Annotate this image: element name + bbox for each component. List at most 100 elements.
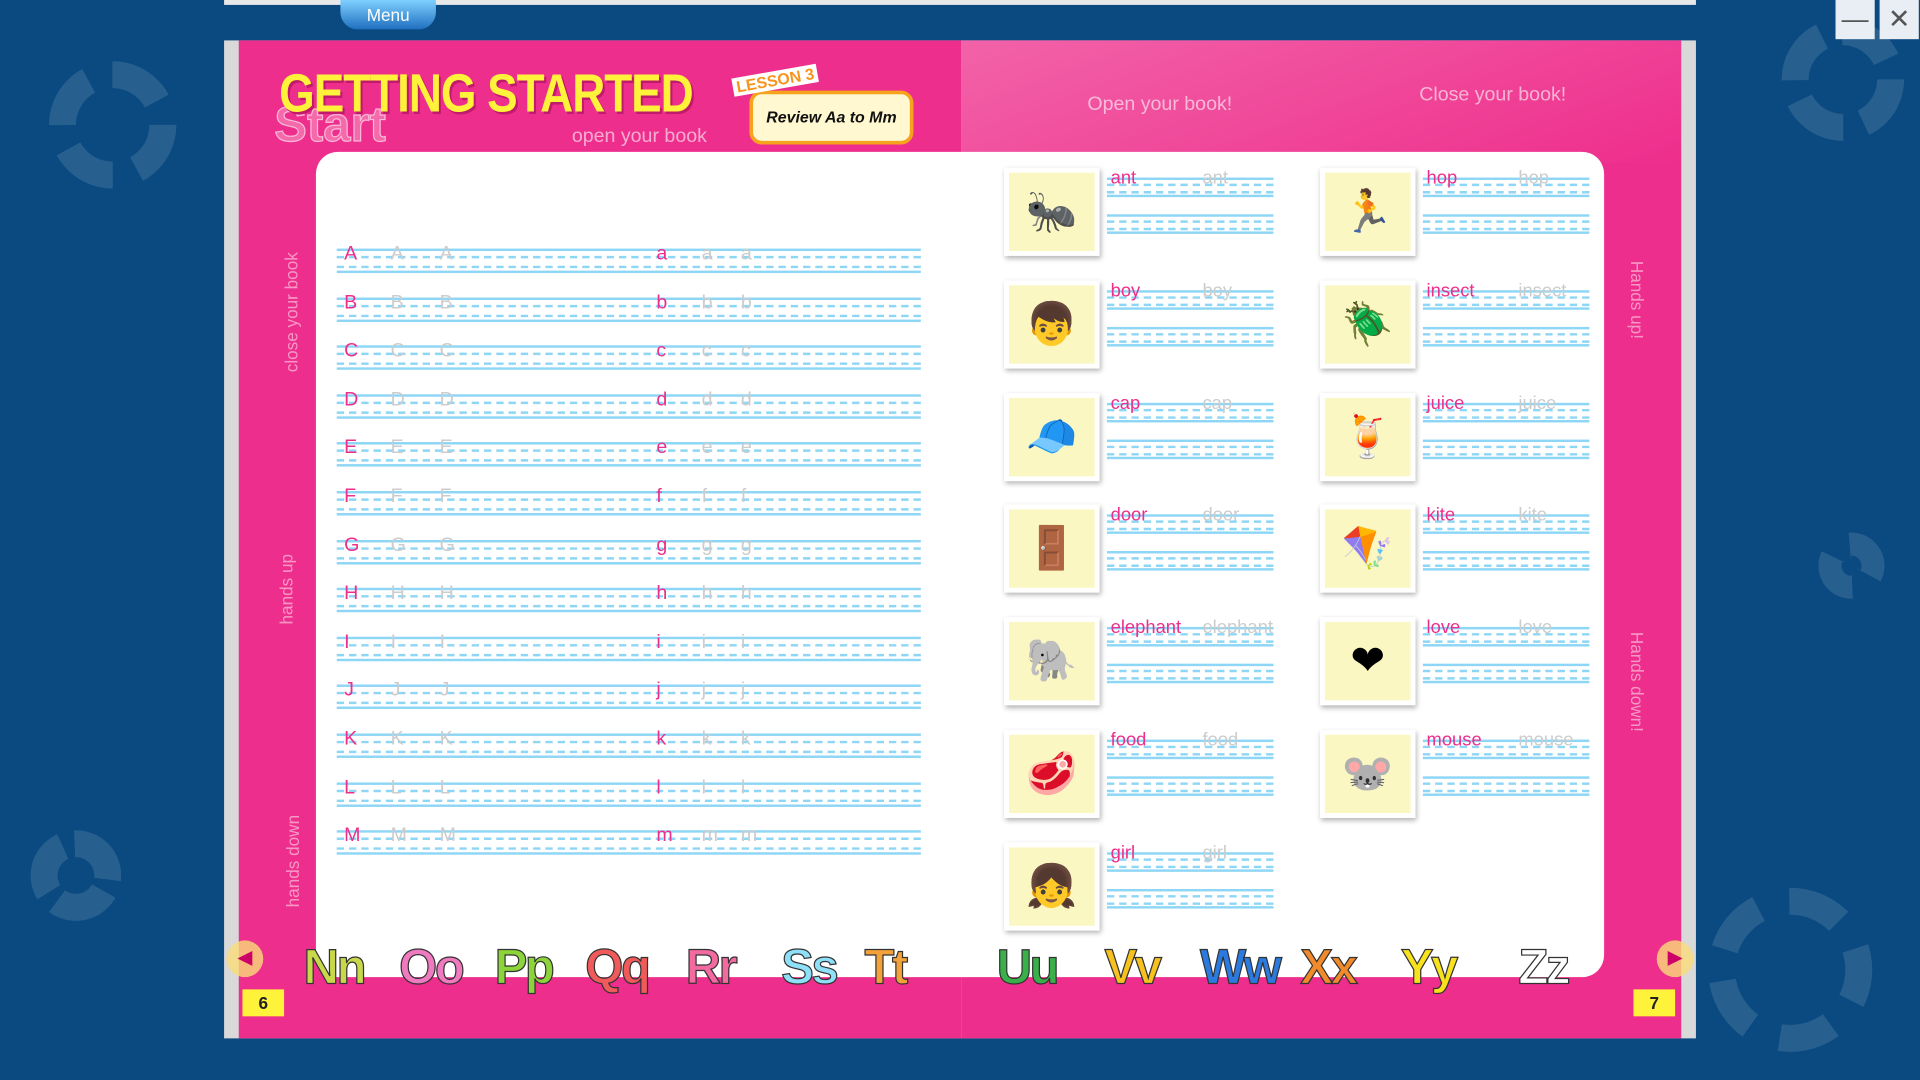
word-writing-line: insect insect [1422, 280, 1590, 310]
blank-writing-line[interactable] [1106, 439, 1274, 459]
alphabet-letter-vv: Vv [1104, 940, 1163, 995]
blank-writing-line[interactable] [1106, 551, 1274, 572]
blank-writing-line[interactable] [1106, 776, 1274, 796]
side-label-hands-up: hands up [276, 553, 297, 625]
blank-writing-line[interactable] [1422, 551, 1590, 572]
lowercase-trace: f [701, 486, 708, 507]
uppercase-trace: E [390, 437, 404, 459]
picture-card: 👦 [1004, 280, 1100, 369]
uppercase-letter: H [344, 583, 359, 604]
uppercase-trace: F [390, 486, 403, 507]
word-writing-line: elephant elephant [1106, 617, 1274, 647]
word-writing-line: food food [1106, 730, 1274, 760]
lowercase-letter: b [656, 292, 668, 313]
letter-row: H H Hh h h [336, 583, 921, 613]
alphabet-letter-tt: Tt [864, 940, 909, 995]
blank-writing-line[interactable] [1422, 663, 1590, 684]
lowercase-letter: k [656, 728, 667, 750]
lowercase-trace: i [740, 631, 746, 653]
uppercase-trace: B [439, 292, 453, 313]
picture-card: 🐭 [1320, 729, 1416, 818]
blank-writing-line[interactable] [1422, 439, 1590, 459]
uppercase-trace: J [390, 680, 401, 701]
alphabet-letter-rr: Rr [685, 940, 738, 995]
word-writing-line: juice juice [1422, 393, 1590, 422]
guide-dashes [336, 740, 921, 754]
alphabet-letter-ww: Ww [1199, 940, 1282, 995]
picture-card: 🏃 [1320, 167, 1416, 256]
lowercase-letter: l [656, 777, 661, 798]
guide-dashes [336, 401, 921, 414]
minimize-button[interactable]: — [1835, 0, 1875, 40]
word-trace: love [1518, 617, 1553, 639]
picture-card: 👧 [1004, 842, 1100, 931]
blank-writing-line[interactable] [1422, 326, 1590, 347]
lowercase-letter: h [656, 583, 668, 604]
lowercase-letter: e [656, 437, 668, 459]
guide-dashes [1106, 894, 1274, 905]
close-button[interactable]: ✕ [1879, 0, 1919, 40]
lowercase-letter: m [656, 825, 673, 847]
letter-row: MMMmmm [336, 826, 921, 855]
blank-writing-line[interactable] [1106, 326, 1274, 347]
letter-row: G G Gg g g [336, 535, 921, 564]
page-number-left: 6 [242, 989, 285, 1017]
lesson-title: Review Aa to Mm [749, 90, 914, 145]
menu-button[interactable]: Menu [340, 0, 436, 30]
boy-icon: 👦 [1008, 285, 1095, 364]
previous-page-arrow[interactable]: ◀ [226, 940, 264, 978]
uppercase-trace: C [390, 340, 405, 362]
girl-icon: 👧 [1008, 847, 1095, 926]
alphabet-letter-xx: Xx [1300, 940, 1359, 995]
menu-label: Menu [366, 4, 410, 25]
word-label: girl [1110, 842, 1136, 864]
blank-writing-line[interactable] [1106, 663, 1274, 684]
letter-row: F F Ff f f [336, 486, 921, 516]
word-trace: girl [1202, 842, 1227, 864]
flower-decoration [1708, 887, 1873, 1052]
lowercase-trace: e [701, 437, 713, 459]
heart-icon: ❤ [1324, 622, 1411, 701]
next-page-arrow[interactable]: ▶ [1656, 940, 1694, 978]
blank-writing-line[interactable] [1422, 776, 1590, 796]
top-bar [224, 0, 1696, 5]
word-label: elephant [1110, 617, 1182, 639]
guide-dashes [1106, 332, 1274, 343]
guide-dashes [1106, 782, 1274, 793]
word-writing-line: kite kite [1422, 505, 1590, 535]
guide-dashes [1106, 670, 1274, 680]
side-label-close-your-book: close your book [281, 252, 302, 373]
guide-dashes [336, 692, 921, 705]
letter-row: J J Jj j j [336, 680, 921, 710]
lowercase-trace: h [701, 583, 713, 604]
alphabet-letter-qq: Qq [585, 940, 652, 995]
guide-dashes [1422, 557, 1590, 568]
blank-writing-line[interactable] [1422, 214, 1590, 234]
blank-writing-line[interactable] [1106, 214, 1274, 234]
letter-row: K K Kk k k [336, 729, 921, 758]
uppercase-letter: F [344, 486, 357, 507]
lowercase-trace: a [740, 243, 752, 265]
page-title: GETTING STARTED [279, 63, 694, 124]
letter-row: I I Ii i i [336, 632, 921, 661]
uppercase-trace: M [439, 825, 456, 847]
uppercase-trace: D [439, 389, 454, 410]
guide-dashes [336, 643, 921, 657]
uppercase-trace: E [439, 437, 453, 459]
lowercase-letter: d [656, 389, 668, 410]
blank-writing-line[interactable] [1106, 888, 1274, 909]
uppercase-trace: G [390, 534, 406, 556]
subtitle-open-your-book: open your book [571, 126, 707, 147]
uppercase-trace: D [390, 389, 405, 410]
guide-dashes [1422, 220, 1590, 231]
lowercase-trace: a [701, 243, 713, 265]
lowercase-trace: d [701, 389, 713, 410]
flower-decoration [1818, 532, 1885, 599]
uppercase-letter: M [344, 825, 361, 847]
uppercase-trace: H [439, 583, 454, 604]
alphabet-letter-ss: Ss [781, 940, 840, 995]
lowercase-trace: j [701, 680, 707, 701]
door-icon: 🚪 [1008, 509, 1095, 589]
picture-card: 🥩 [1004, 729, 1100, 818]
word-trace: boy [1202, 280, 1233, 301]
